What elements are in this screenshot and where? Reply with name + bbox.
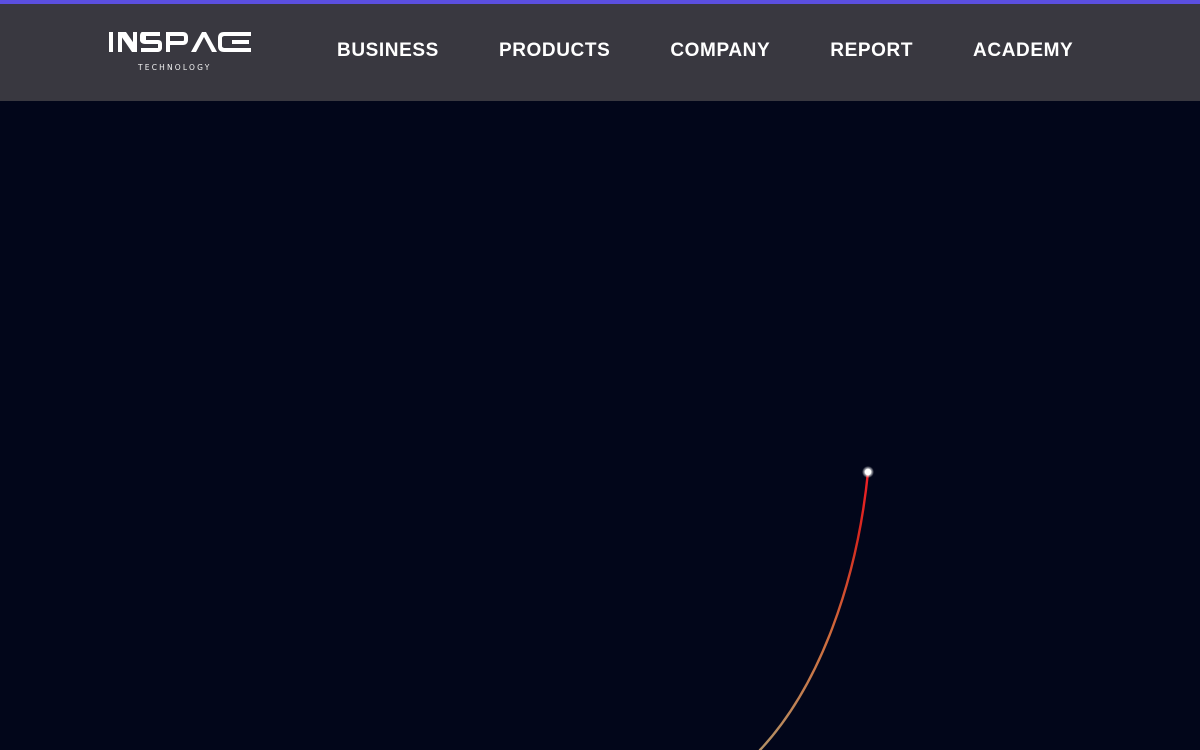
rocket-light-core [864, 468, 872, 476]
brand-tagline: TECHNOLOGY [138, 63, 212, 72]
site-header: TECHNOLOGY BUSINESS PRODUCTS COMPANY REP… [0, 4, 1200, 101]
hero-section [0, 101, 1200, 750]
nav-company[interactable]: COMPANY [670, 40, 770, 62]
main-navigation: BUSINESS PRODUCTS COMPANY REPORT ACADEMY [337, 36, 1073, 66]
nav-report[interactable]: REPORT [830, 40, 913, 62]
launch-trail-path [758, 470, 870, 750]
inspace-logo-mark [109, 32, 251, 52]
inspace-logo[interactable]: TECHNOLOGY [109, 30, 251, 74]
nav-products[interactable]: PRODUCTS [499, 40, 610, 62]
nav-business[interactable]: BUSINESS [337, 40, 439, 62]
rocket-launch-trail-icon [758, 466, 874, 750]
nav-academy[interactable]: ACADEMY [973, 40, 1073, 62]
